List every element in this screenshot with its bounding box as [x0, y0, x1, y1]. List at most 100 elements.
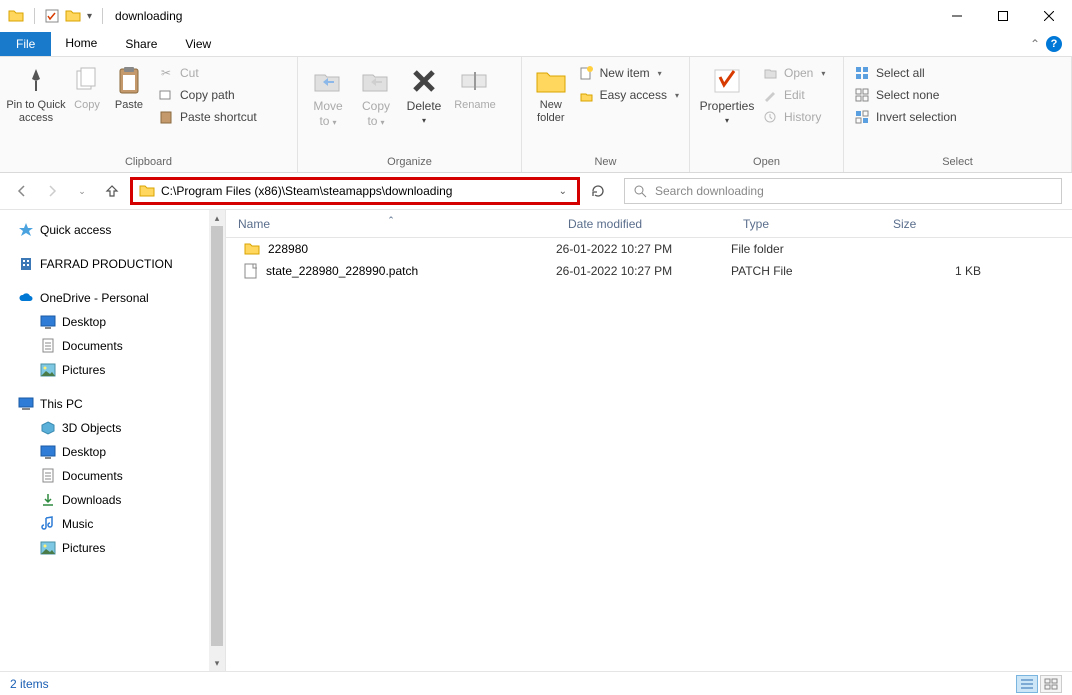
- new-item-button[interactable]: New item▾: [574, 63, 683, 83]
- group-label: Select: [844, 154, 1071, 172]
- table-row[interactable]: 22898026-01-2022 10:27 PMFile folder: [226, 238, 1072, 260]
- cube-icon: [40, 420, 56, 436]
- col-type[interactable]: Type: [731, 217, 881, 231]
- delete-button[interactable]: Delete▾: [400, 61, 448, 127]
- invert-selection-button[interactable]: Invert selection: [850, 107, 961, 127]
- folder-icon: [244, 241, 260, 257]
- scrollbar[interactable]: ▴ ▾: [209, 210, 225, 671]
- back-button[interactable]: [10, 179, 34, 203]
- cloud-icon: [18, 290, 34, 306]
- nav-quick-access[interactable]: Quick access: [0, 218, 225, 242]
- nav-this-pc[interactable]: This PC: [0, 392, 225, 416]
- main-area: Quick access FARRAD PRODUCTION OneDrive …: [0, 209, 1072, 671]
- file-type: PATCH File: [731, 264, 881, 278]
- new-folder-button[interactable]: New folder: [528, 61, 574, 125]
- nav-onedrive[interactable]: OneDrive - Personal: [0, 286, 225, 310]
- file-icon: [244, 263, 258, 279]
- maximize-button[interactable]: [980, 0, 1026, 32]
- pictures-icon: [40, 362, 56, 378]
- refresh-button[interactable]: [586, 179, 610, 203]
- select-none-icon: [854, 87, 870, 103]
- forward-button[interactable]: [40, 179, 64, 203]
- music-icon: [40, 516, 56, 532]
- separator: [102, 8, 103, 24]
- details-view-button[interactable]: [1016, 675, 1038, 693]
- qat-check-icon[interactable]: [45, 9, 59, 23]
- address-bar[interactable]: ⌄: [130, 177, 580, 205]
- group-label: New: [522, 154, 689, 172]
- edit-button[interactable]: Edit: [758, 85, 829, 105]
- search-input[interactable]: [655, 184, 1053, 198]
- navigation-pane[interactable]: Quick access FARRAD PRODUCTION OneDrive …: [0, 210, 226, 671]
- desktop-icon: [40, 314, 56, 330]
- select-none-button[interactable]: Select none: [850, 85, 961, 105]
- scroll-up-icon[interactable]: ▴: [209, 210, 225, 226]
- nav-pc-downloads[interactable]: Downloads: [0, 488, 225, 512]
- qat-dropdown-icon[interactable]: ▾: [87, 11, 92, 22]
- group-organize: Move to ▾ Copy to ▾ Delete▾ Rename Organ…: [298, 57, 522, 172]
- nav-od-desktop[interactable]: Desktop: [0, 310, 225, 334]
- col-date[interactable]: Date modified: [556, 217, 731, 231]
- group-label: Open: [690, 154, 843, 172]
- nav-pc-desktop[interactable]: Desktop: [0, 440, 225, 464]
- history-icon: [762, 109, 778, 125]
- col-name[interactable]: ⌃Name: [226, 217, 556, 231]
- group-label: Clipboard: [0, 154, 297, 172]
- history-button[interactable]: History: [758, 107, 829, 127]
- pc-icon: [18, 396, 34, 412]
- cut-button[interactable]: ✂Cut: [154, 63, 261, 83]
- easy-access-button[interactable]: Easy access▾: [574, 85, 683, 105]
- nav-od-documents[interactable]: Documents: [0, 334, 225, 358]
- search-box[interactable]: [624, 178, 1062, 204]
- status-bar: 2 items: [0, 671, 1072, 695]
- pin-to-quick-access-button[interactable]: Pin to Quick access: [6, 61, 66, 125]
- scroll-down-icon[interactable]: ▾: [209, 655, 225, 671]
- up-button[interactable]: [100, 179, 124, 203]
- large-icons-view-button[interactable]: [1040, 675, 1062, 693]
- group-label: Organize: [298, 154, 521, 172]
- file-menu[interactable]: File: [0, 32, 51, 56]
- edit-icon: [762, 87, 778, 103]
- copy-path-button[interactable]: Copy path: [154, 85, 261, 105]
- collapse-ribbon-icon[interactable]: ⌃: [1030, 37, 1040, 51]
- group-new: New folder New item▾ Easy access▾ New: [522, 57, 690, 172]
- tab-share[interactable]: Share: [111, 32, 171, 56]
- nav-farrad[interactable]: FARRAD PRODUCTION: [0, 252, 225, 276]
- file-list: ⌃Name Date modified Type Size 22898026-0…: [226, 210, 1072, 671]
- group-open: Properties▾ Open▾ Edit History Open: [690, 57, 844, 172]
- paste-shortcut-button[interactable]: Paste shortcut: [154, 107, 261, 127]
- minimize-button[interactable]: [934, 0, 980, 32]
- file-size: 1 KB: [881, 264, 981, 278]
- tab-home[interactable]: Home: [51, 32, 111, 56]
- nav-3d-objects[interactable]: 3D Objects: [0, 416, 225, 440]
- help-icon[interactable]: ?: [1046, 36, 1062, 52]
- table-row[interactable]: state_228980_228990.patch26-01-2022 10:2…: [226, 260, 1072, 282]
- sort-indicator-icon: ⌃: [387, 215, 395, 226]
- column-headers[interactable]: ⌃Name Date modified Type Size: [226, 210, 1072, 238]
- copy-button[interactable]: Copy: [66, 61, 108, 112]
- properties-button[interactable]: Properties▾: [696, 61, 758, 127]
- address-input[interactable]: [161, 184, 549, 198]
- nav-pc-documents[interactable]: Documents: [0, 464, 225, 488]
- nav-pc-music[interactable]: Music: [0, 512, 225, 536]
- ribbon: Pin to Quick access Copy Paste ✂Cut Copy…: [0, 57, 1072, 173]
- address-dropdown-icon[interactable]: ⌄: [555, 186, 571, 197]
- copy-to-button[interactable]: Copy to ▾: [352, 61, 400, 129]
- recent-dropdown[interactable]: ⌄: [70, 179, 94, 203]
- paste-button[interactable]: Paste: [108, 61, 150, 112]
- file-date: 26-01-2022 10:27 PM: [556, 242, 731, 256]
- select-all-button[interactable]: Select all: [850, 63, 961, 83]
- nav-od-pictures[interactable]: Pictures: [0, 358, 225, 382]
- nav-pc-pictures[interactable]: Pictures: [0, 536, 225, 560]
- rename-button[interactable]: Rename: [448, 61, 502, 112]
- move-to-button[interactable]: Move to ▾: [304, 61, 352, 129]
- tab-view[interactable]: View: [171, 32, 225, 56]
- group-select: Select all Select none Invert selection …: [844, 57, 1072, 172]
- documents-icon: [40, 338, 56, 354]
- qat-folder-icon[interactable]: [65, 8, 81, 24]
- col-size[interactable]: Size: [881, 217, 981, 231]
- scroll-thumb[interactable]: [211, 226, 223, 646]
- close-button[interactable]: [1026, 0, 1072, 32]
- open-button[interactable]: Open▾: [758, 63, 829, 83]
- easy-access-icon: [578, 87, 594, 103]
